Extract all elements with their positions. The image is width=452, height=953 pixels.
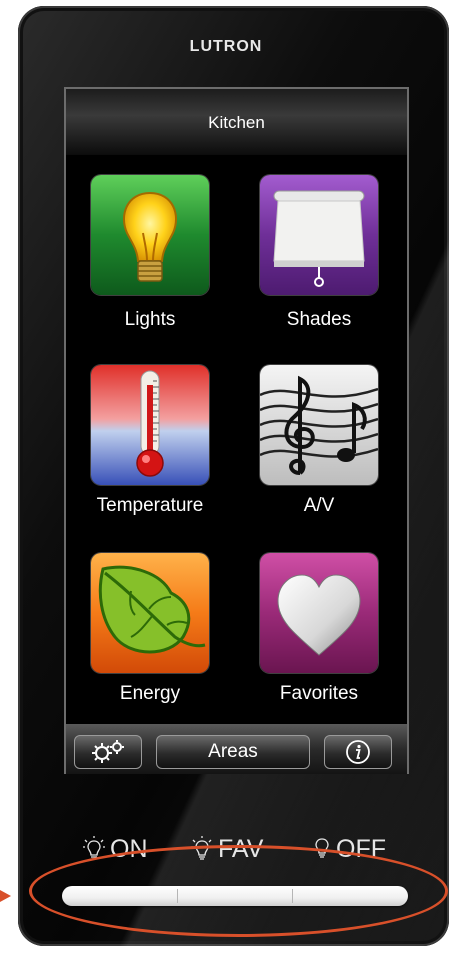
bottom-bar: Areas (66, 724, 407, 774)
favorites-tile[interactable] (260, 553, 378, 673)
av-label: A/V (303, 495, 335, 516)
favorites-label: Favorites (279, 683, 359, 704)
title-bar: Kitchen (66, 89, 407, 155)
temperature-label: Temperature (96, 495, 204, 516)
heart-icon (260, 553, 378, 673)
areas-button[interactable]: Areas (156, 735, 310, 769)
av-tile[interactable] (260, 365, 378, 485)
shades-label: Shades (286, 309, 352, 330)
energy-label: Energy (119, 683, 181, 704)
thermometer-icon (91, 365, 209, 485)
window-shade-icon (260, 175, 378, 295)
room-title: Kitchen (208, 113, 265, 132)
gears-icon (92, 740, 124, 763)
temperature-tile[interactable] (91, 365, 209, 485)
info-button[interactable] (324, 735, 392, 769)
energy-tile[interactable] (91, 553, 209, 673)
music-notes-icon (260, 365, 378, 485)
leaf-icon (91, 553, 209, 673)
lights-tile[interactable] (91, 175, 209, 295)
light-bulb-icon (91, 175, 209, 295)
highlight-arrow (0, 890, 11, 902)
touch-screen: Kitchen Lights Shades Temperature A/V En… (64, 87, 409, 774)
areas-label: Areas (208, 741, 258, 762)
brand-logo: LUTRON (189, 38, 263, 55)
info-icon (346, 740, 370, 764)
shades-tile[interactable] (260, 175, 378, 295)
settings-button[interactable] (74, 735, 142, 769)
lights-label: Lights (124, 309, 176, 330)
highlight-circle (29, 845, 448, 937)
